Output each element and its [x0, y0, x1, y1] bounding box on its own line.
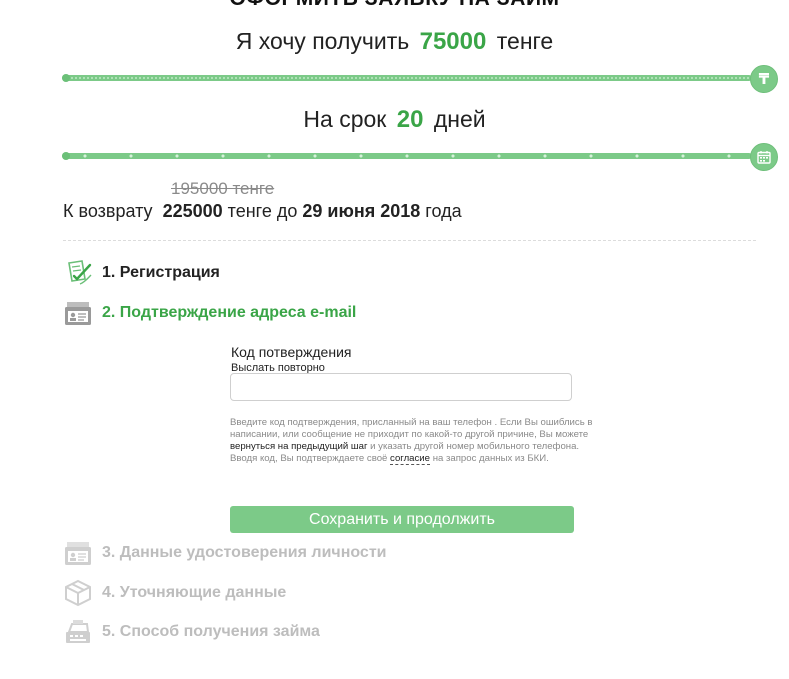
repay-suffix: года — [425, 201, 462, 221]
step-label: 3. Данные удостоверения личности — [102, 544, 387, 561]
step-registration[interactable]: 1. Регистрация — [63, 259, 220, 287]
step-label: 4. Уточняющие данные — [102, 584, 287, 601]
step-label: 2. Подтверждение адреса e-mail — [102, 304, 357, 321]
term-value: 20 — [396, 106, 424, 133]
hint-text-3: на запрос данных из БКИ. — [432, 453, 549, 464]
calendar-icon — [757, 150, 771, 164]
step-loan-method[interactable]: 5. Способ получения займа — [63, 618, 320, 646]
term-slider-start — [62, 152, 70, 160]
amount-prefix: Я хочу получить — [235, 28, 410, 54]
step-label: 5. Способ получения займа — [102, 623, 320, 640]
page-title: ОФОРМИТЬ ЗАЯВКУ НА ЗАЙМ — [0, 0, 789, 11]
id-card-icon — [63, 539, 93, 567]
term-slider-handle[interactable] — [750, 143, 778, 171]
old-amount: 195000 тенге — [171, 179, 275, 198]
tenge-icon: ₸ — [758, 71, 770, 88]
consent-link[interactable]: согласие — [390, 453, 431, 465]
repay-date: 29 июня 2018 — [302, 201, 421, 221]
id-card-icon — [63, 299, 93, 327]
save-continue-button[interactable]: Сохранить и продолжить — [230, 506, 574, 533]
document-check-icon — [63, 259, 93, 287]
step-additional-data[interactable]: 4. Уточняющие данные — [63, 579, 286, 607]
amount-slider-start — [62, 74, 70, 82]
amount-suffix: тенге — [496, 28, 554, 54]
repay-middle: тенге до — [227, 201, 298, 221]
step-email-confirmation[interactable]: 2. Подтверждение адреса e-mail — [63, 299, 356, 327]
repay-prefix: К возврату — [63, 201, 153, 221]
divider — [63, 240, 756, 241]
term-prefix: На срок — [303, 106, 387, 132]
term-slider-track[interactable] — [62, 152, 752, 160]
term-line: На срок 20 дней — [0, 106, 789, 134]
confirmation-code-input[interactable] — [230, 373, 572, 401]
amount-value: 75000 — [419, 28, 487, 55]
repay-summary: К возврату 225000 тенге до 29 июня 2018 … — [63, 201, 462, 222]
confirmation-hint: Введите код подтверждения, присланный на… — [230, 417, 595, 465]
term-suffix: дней — [433, 106, 486, 132]
previous-step-link[interactable]: вернуться на предыдущий шаг — [230, 441, 367, 452]
code-label: Код потверждения — [231, 344, 352, 360]
cash-register-icon — [63, 618, 93, 646]
amount-slider-handle[interactable]: ₸ — [750, 65, 778, 93]
amount-line: Я хочу получить 75000 тенге — [0, 28, 789, 56]
box-icon — [63, 579, 93, 607]
amount-slider-track[interactable] — [62, 74, 752, 82]
repay-amount: 225000 — [162, 201, 223, 221]
step-identity-data[interactable]: 3. Данные удостоверения личности — [63, 539, 387, 567]
hint-text-1: Введите код подтверждения, присланный на… — [230, 417, 593, 440]
step-label: 1. Регистрация — [102, 264, 220, 281]
